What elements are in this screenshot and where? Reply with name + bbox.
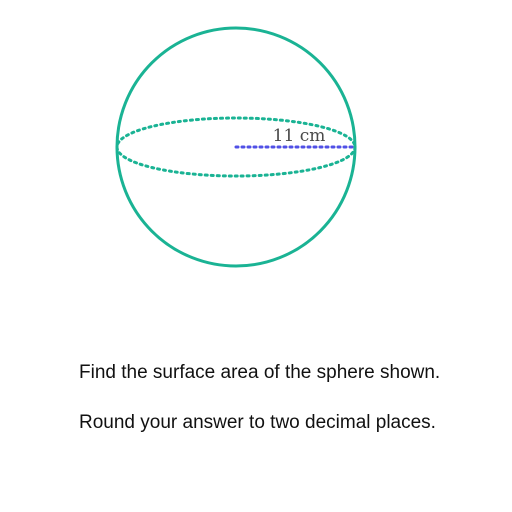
sphere-diagram: 11 cm xyxy=(115,26,357,268)
problem-card: 11 cm Find the surface area of the spher… xyxy=(0,0,512,512)
question-prompt: Find the surface area of the sphere show… xyxy=(79,362,441,383)
radius-label: 11 cm xyxy=(273,126,326,146)
rounding-instruction: Round your answer to two decimal places. xyxy=(79,412,436,433)
